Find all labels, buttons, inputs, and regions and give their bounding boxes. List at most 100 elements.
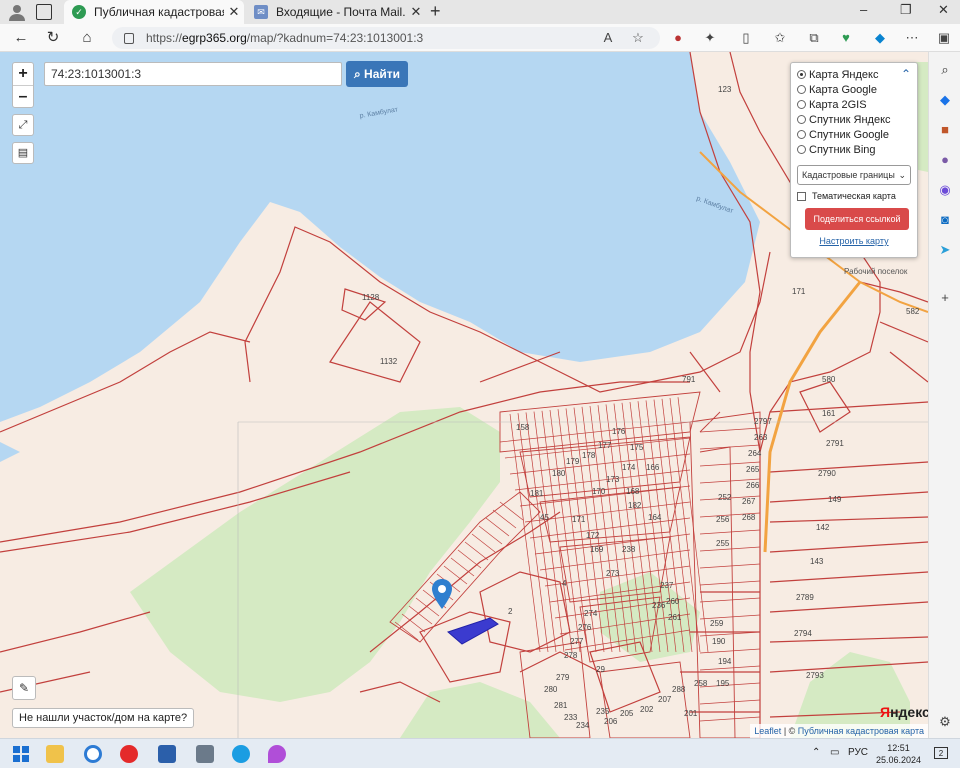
game-controller-icon[interactable] — [196, 745, 214, 763]
minimize-icon[interactable]: – — [860, 2, 867, 17]
clock[interactable]: 12:51 25.06.2024 — [876, 742, 921, 766]
zoom-control: + – — [12, 62, 34, 108]
map-marker-pin-icon[interactable] — [432, 579, 452, 609]
more-menu-icon[interactable]: ⋯ — [904, 30, 920, 46]
windows-taskbar: ⌃ ▭ РУС 12:51 25.06.2024 2 — [0, 738, 960, 768]
paint-drop-icon[interactable] — [268, 745, 286, 763]
parcel-number-label: 149 — [828, 495, 842, 504]
people-icon[interactable]: ● — [937, 152, 953, 168]
cadastral-search-input[interactable]: 74:23:1013001:3 — [44, 62, 342, 86]
not-found-parcel-button[interactable]: Не нашли участок/дом на карте? — [12, 708, 195, 728]
attribution-separator: | © — [781, 726, 798, 736]
refresh-icon[interactable]: ↻ — [44, 29, 62, 47]
radio-button[interactable] — [797, 145, 806, 154]
radio-button[interactable] — [797, 130, 806, 139]
fullscreen-expand-icon[interactable]: ⤢ — [12, 114, 34, 136]
ccleaner-icon[interactable] — [84, 745, 102, 763]
notifications-badge[interactable]: 2 — [934, 747, 948, 759]
parcel-number-label: 263 — [754, 433, 768, 442]
telegram-icon[interactable]: ➤ — [937, 242, 953, 258]
boundaries-select[interactable]: Кадастровые границы ⌄ — [797, 165, 911, 185]
parcel-number-label: 206 — [604, 717, 618, 726]
sidebar-toggle-icon[interactable]: ▣ — [936, 30, 952, 46]
cadastral-map[interactable]: р. Камбулат р. Камбулат Рабочий поселок … — [0, 52, 928, 738]
leaflet-link[interactable]: Leaflet — [754, 726, 781, 736]
extension-icon[interactable]: ● — [670, 30, 686, 46]
browser-essentials-icon[interactable]: ♥ — [838, 30, 854, 46]
tab-mail-inbox[interactable]: ✉ Входящие - Почта Mail.ru ✕ — [246, 0, 426, 24]
zoom-out-button[interactable]: – — [13, 85, 33, 107]
shopping-tag-icon[interactable]: ◆ — [937, 92, 953, 108]
configure-map-link[interactable]: Настроить карту — [797, 236, 911, 246]
radio-button[interactable] — [797, 115, 806, 124]
layer-option-google-satellite[interactable]: Спутник Google — [797, 127, 911, 142]
parcel-number-label: 161 — [822, 409, 836, 418]
clock-date: 25.06.2024 — [876, 755, 922, 765]
favorites-icon[interactable]: ✩ — [772, 30, 788, 46]
parcel-number-label: 264 — [748, 449, 762, 458]
home-icon[interactable]: ⌂ — [78, 29, 96, 47]
close-window-icon[interactable]: ✕ — [938, 2, 949, 18]
word-icon[interactable] — [158, 745, 176, 763]
url-scheme: https:// — [146, 31, 183, 45]
layer-option-bing-satellite[interactable]: Спутник Bing — [797, 142, 911, 157]
chevron-up-icon[interactable]: ⌃ — [812, 747, 820, 758]
outlook-icon[interactable]: ◙ — [937, 212, 953, 228]
radio-button[interactable] — [797, 85, 806, 94]
yandex-browser-icon[interactable] — [120, 745, 138, 763]
close-tab-icon[interactable]: ✕ — [406, 4, 426, 20]
back-icon[interactable]: ← — [12, 29, 30, 47]
collections-icon[interactable]: ⧉ — [806, 30, 822, 46]
read-aloud-icon[interactable]: A — [600, 30, 616, 46]
parcel-number-label: 168 — [626, 487, 640, 496]
add-sidebar-app-icon[interactable]: + — [937, 290, 953, 306]
lock-icon[interactable] — [124, 32, 134, 44]
parcel-number-label: 1132 — [380, 357, 398, 366]
search-icon[interactable]: ⌕ — [937, 62, 953, 78]
radio-button[interactable] — [797, 100, 806, 109]
windows-start-icon[interactable] — [12, 745, 30, 763]
network-icon[interactable]: ▭ — [830, 747, 839, 758]
collapse-chevron-up-icon[interactable]: ⌃ — [901, 67, 911, 81]
edge-browser-icon[interactable] — [232, 745, 250, 763]
layer-option-yandex-map[interactable]: Карта Яндекс — [797, 67, 911, 82]
new-tab-icon[interactable]: + — [430, 1, 441, 22]
cadastral-source-link[interactable]: Публичная кадастровая карта — [798, 726, 924, 736]
checkbox[interactable] — [797, 191, 806, 201]
favorite-star-icon[interactable]: ☆ — [630, 30, 646, 46]
map-canvas[interactable]: р. Камбулат р. Камбулат Рабочий поселок … — [0, 52, 928, 738]
tab-actions-icon[interactable] — [36, 4, 52, 20]
clock-time: 12:51 — [887, 743, 910, 753]
ruler-measure-icon[interactable]: ✎ — [12, 676, 36, 700]
thematic-map-checkbox[interactable]: Тематическая карта — [797, 191, 911, 201]
layer-option-label: Спутник Яндекс — [809, 113, 891, 126]
parcel-number-label: 2 — [508, 607, 513, 616]
tab-title: Публичная кадастровая карт — [94, 5, 224, 19]
yandex-logo: Яндекс — [880, 704, 928, 720]
restore-icon[interactable]: ❐ — [900, 2, 912, 18]
profile-icon[interactable] — [8, 3, 26, 21]
share-link-button[interactable]: Поделиться ссылкой — [805, 208, 909, 230]
find-button[interactable]: ⌕ Найти — [346, 61, 408, 87]
copilot-sidebar-icon[interactable]: ◉ — [937, 182, 953, 198]
print-icon[interactable]: ▤ — [12, 142, 34, 164]
address-bar[interactable]: https://egrp365.org/map/?kadnum=74:23:10… — [112, 27, 660, 49]
file-explorer-icon[interactable] — [46, 745, 64, 763]
zoom-in-button[interactable]: + — [13, 63, 33, 85]
copilot-icon[interactable]: ◆ — [872, 30, 888, 46]
sidebar-settings-gear-icon[interactable]: ⚙ — [937, 714, 953, 730]
tab-cadastral-map[interactable]: ✓ Публичная кадастровая карт ✕ — [64, 0, 244, 24]
layer-option-2gis-map[interactable]: Карта 2GIS — [797, 97, 911, 112]
thematic-map-label: Тематическая карта — [812, 191, 896, 201]
layer-option-google-map[interactable]: Карта Google — [797, 82, 911, 97]
parcel-number-label: 2791 — [826, 439, 844, 448]
close-tab-icon[interactable]: ✕ — [224, 4, 244, 20]
tools-briefcase-icon[interactable]: ■ — [937, 122, 953, 138]
parcel-number-label: 258 — [694, 679, 708, 688]
radio-button[interactable] — [797, 70, 806, 79]
parcel-number-label: 2797 — [754, 417, 772, 426]
extensions-puzzle-icon[interactable]: ✦ — [702, 30, 718, 46]
split-screen-icon[interactable]: ▯ — [738, 30, 754, 46]
language-indicator[interactable]: РУС — [848, 747, 868, 758]
layer-option-yandex-satellite[interactable]: Спутник Яндекс — [797, 112, 911, 127]
